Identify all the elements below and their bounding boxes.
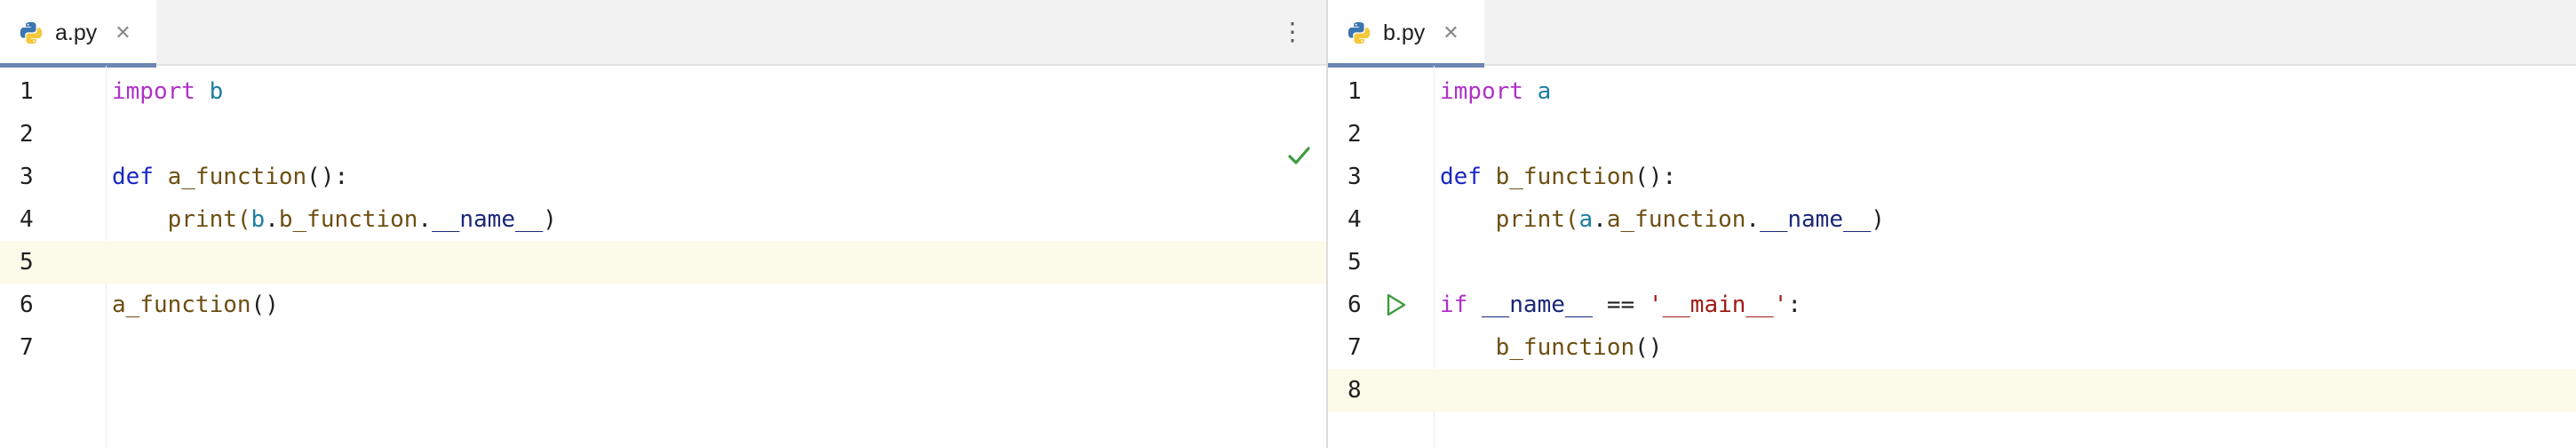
line-number: 8 bbox=[1348, 377, 1362, 404]
code-line[interactable]: 4 print(b.b_function.__name__) bbox=[0, 198, 1326, 241]
code-editor-right[interactable]: 1 import a 2 3 def b_function(): 4 print(a.a_… bbox=[1328, 66, 2576, 448]
code-token: ) bbox=[1871, 206, 1885, 233]
line-number: 3 bbox=[1348, 164, 1362, 190]
code-line[interactable]: 3 def b_function(): bbox=[1328, 156, 2576, 198]
code-text: import b bbox=[112, 70, 223, 113]
code-line[interactable]: 4 print(a.a_function.__name__) bbox=[1328, 198, 2576, 241]
tab-bar-left: a.py ✕ ⋮ bbox=[0, 0, 1326, 68]
line-number: 7 bbox=[1348, 334, 1362, 361]
code-token: == bbox=[1593, 292, 1649, 318]
code-token: print( bbox=[112, 206, 251, 233]
check-icon bbox=[1288, 147, 1310, 164]
code-line[interactable]: 2 bbox=[1328, 113, 2576, 156]
code-token: . bbox=[1745, 206, 1761, 233]
close-icon[interactable]: ✕ bbox=[1443, 22, 1459, 44]
line-number: 6 bbox=[20, 292, 34, 318]
tab-b-py[interactable]: b.py ✕ bbox=[1328, 0, 1484, 68]
line-number: 7 bbox=[20, 334, 34, 361]
ide-split-editor: a.py ✕ ⋮ 1 import b 2 3 def a_function(): 4 p… bbox=[0, 0, 2576, 448]
code-token: def bbox=[112, 164, 154, 190]
code-line[interactable]: 8 bbox=[1328, 369, 2576, 412]
code-token: b bbox=[250, 206, 266, 233]
close-icon[interactable]: ✕ bbox=[115, 22, 131, 44]
code-editor-left[interactable]: 1 import b 2 3 def a_function(): 4 print(b.b_… bbox=[0, 66, 1326, 448]
code-token: __name__ bbox=[1760, 206, 1872, 233]
code-token: a_function bbox=[1606, 206, 1746, 233]
code-text: import a bbox=[1440, 70, 1551, 113]
code-token: import bbox=[112, 78, 195, 105]
code-lines: 1 import a 2 3 def b_function(): 4 print(a.a_… bbox=[1328, 66, 2576, 412]
code-token: import bbox=[1440, 78, 1523, 105]
code-token: (): bbox=[1634, 164, 1677, 190]
code-token: . bbox=[1593, 206, 1607, 233]
python-file-icon bbox=[20, 21, 43, 44]
code-text: print(b.b_function.__name__) bbox=[112, 198, 557, 241]
code-text: def b_function(): bbox=[1440, 156, 1676, 198]
code-line[interactable]: 6 a_function() bbox=[0, 284, 1326, 326]
code-line[interactable]: 3 def a_function(): bbox=[0, 156, 1326, 198]
code-token: () bbox=[250, 292, 279, 318]
code-token: a bbox=[1578, 206, 1594, 233]
line-number: 4 bbox=[1348, 206, 1362, 233]
code-lines: 1 import b 2 3 def a_function(): 4 print(b.b_… bbox=[0, 66, 1326, 369]
code-text: a_function() bbox=[112, 284, 279, 326]
code-line[interactable]: 1 import b bbox=[0, 70, 1326, 113]
python-file-icon bbox=[1348, 21, 1371, 44]
editor-pane-right: b.py ✕ 1 import a 2 3 def b_function(): 4 pri… bbox=[1328, 0, 2576, 448]
code-text: if __name__ == '__main__': bbox=[1440, 284, 1801, 326]
code-token: b bbox=[209, 78, 224, 105]
code-line[interactable]: 7 bbox=[0, 326, 1326, 369]
line-number: 2 bbox=[20, 121, 34, 148]
code-token: (): bbox=[306, 164, 349, 190]
code-token: b_function bbox=[278, 206, 418, 233]
code-text: print(a.a_function.__name__) bbox=[1440, 198, 1885, 241]
code-token: b_function bbox=[1440, 334, 1635, 361]
line-number: 3 bbox=[20, 164, 34, 190]
code-token: def bbox=[1440, 164, 1482, 190]
code-token: if bbox=[1440, 292, 1468, 318]
code-token: ) bbox=[543, 206, 557, 233]
line-number: 5 bbox=[1348, 249, 1362, 276]
more-options-icon[interactable]: ⋮ bbox=[1280, 16, 1305, 48]
code-line[interactable]: 1 import a bbox=[1328, 70, 2576, 113]
tab-a-py[interactable]: a.py ✕ bbox=[0, 0, 156, 68]
tab-bar-right: b.py ✕ bbox=[1328, 0, 2576, 68]
editor-pane-left: a.py ✕ ⋮ 1 import b 2 3 def a_function(): 4 p… bbox=[0, 0, 1328, 448]
code-token: () bbox=[1634, 334, 1663, 361]
code-token: __name__ bbox=[1481, 292, 1594, 318]
line-number: 1 bbox=[20, 78, 34, 105]
run-icon[interactable] bbox=[1383, 292, 1408, 317]
line-number: 2 bbox=[1348, 121, 1362, 148]
line-number: 4 bbox=[20, 206, 34, 233]
code-text: b_function() bbox=[1440, 326, 1663, 369]
code-line[interactable]: 2 bbox=[0, 113, 1326, 156]
line-number: 6 bbox=[1348, 292, 1362, 318]
code-token: . bbox=[417, 206, 433, 233]
tab-filename: a.py bbox=[55, 20, 98, 45]
code-line[interactable]: 5 bbox=[1328, 241, 2576, 284]
code-token: a_function bbox=[167, 164, 307, 190]
code-token: . bbox=[265, 206, 279, 233]
code-token: b_function bbox=[1495, 164, 1635, 190]
line-number: 1 bbox=[1348, 78, 1362, 105]
code-token: '__main__' bbox=[1648, 292, 1788, 318]
line-number: 5 bbox=[20, 249, 34, 276]
code-line[interactable]: 6 if __name__ == '__main__': bbox=[1328, 284, 2576, 326]
code-token: __name__ bbox=[432, 206, 544, 233]
code-token: print( bbox=[1440, 206, 1579, 233]
tab-filename: b.py bbox=[1383, 20, 1426, 45]
code-line[interactable]: 7 b_function() bbox=[1328, 326, 2576, 369]
code-token: a bbox=[1537, 78, 1552, 105]
code-text: def a_function(): bbox=[112, 156, 348, 198]
code-token: : bbox=[1787, 292, 1802, 318]
code-line[interactable]: 5 bbox=[0, 241, 1326, 284]
code-token: a_function bbox=[112, 292, 251, 318]
